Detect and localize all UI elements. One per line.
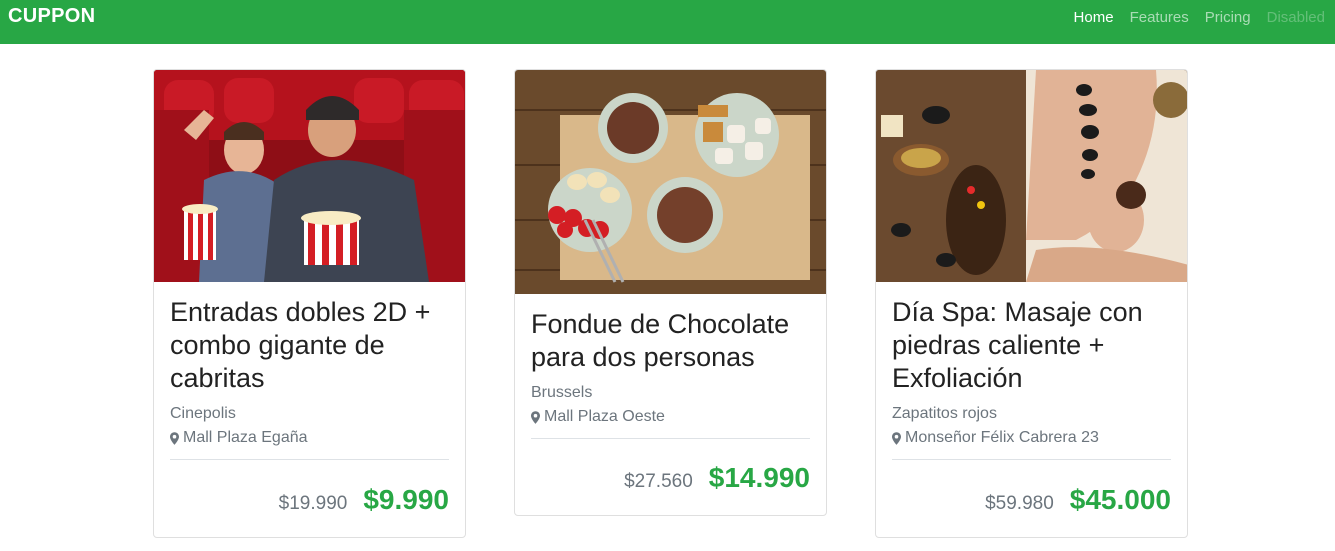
new-price: $45.000 [1069,484,1171,515]
nav-links: Home Features Pricing Disabled [1074,9,1325,27]
deal-title[interactable]: Día Spa: Masaje con piedras caliente + E… [892,296,1171,395]
deal-card-spa[interactable]: Día Spa: Masaje con piedras caliente + E… [875,69,1188,538]
nav-pricing[interactable]: Pricing [1205,9,1251,27]
navbar: CUPPON Home Features Pricing Disabled [0,0,1335,44]
deal-location-text: Monseñor Félix Cabrera 23 [905,429,1099,446]
map-pin-icon [170,431,179,445]
new-price: $14.990 [708,462,810,493]
deal-location-text: Mall Plaza Oeste [544,408,665,425]
card-divider [531,438,810,439]
deal-location: Monseñor Félix Cabrera 23 [892,429,1171,447]
deal-vendor: Cinepolis [170,405,236,422]
spa-massage-photo [876,70,1187,282]
deal-title[interactable]: Entradas dobles 2D + combo gigante de ca… [170,296,449,395]
deal-card-cinema[interactable]: Entradas dobles 2D + combo gigante de ca… [153,69,466,538]
deal-card-fondue[interactable]: Fondue de Chocolate para dos personas Br… [514,69,827,516]
deal-prices: $27.560 $14.990 [624,462,810,494]
nav-features[interactable]: Features [1130,9,1189,27]
deal-vendor: Brussels [531,384,593,401]
deal-location-text: Mall Plaza Egaña [183,429,308,446]
old-price: $19.990 [278,493,348,514]
map-pin-icon [531,410,540,424]
card-divider [892,459,1171,460]
deal-prices: $19.990 $9.990 [279,484,449,516]
brand-logo[interactable]: CUPPON [8,5,95,28]
old-price: $59.980 [985,493,1054,514]
new-price: $9.990 [363,484,449,515]
deal-vendor: Zapatitos rojos [892,405,997,422]
nav-home[interactable]: Home [1074,9,1114,27]
cinema-photo [154,70,465,282]
chocolate-fondue-photo [515,70,826,294]
deal-location: Mall Plaza Egaña [170,429,449,447]
card-divider [170,459,449,460]
nav-disabled: Disabled [1266,9,1325,26]
deal-location: Mall Plaza Oeste [531,408,810,426]
map-pin-icon [892,431,901,445]
old-price: $27.560 [624,471,693,492]
deal-prices: $59.980 $45.000 [985,484,1171,516]
deal-title[interactable]: Fondue de Chocolate para dos personas [531,308,810,374]
